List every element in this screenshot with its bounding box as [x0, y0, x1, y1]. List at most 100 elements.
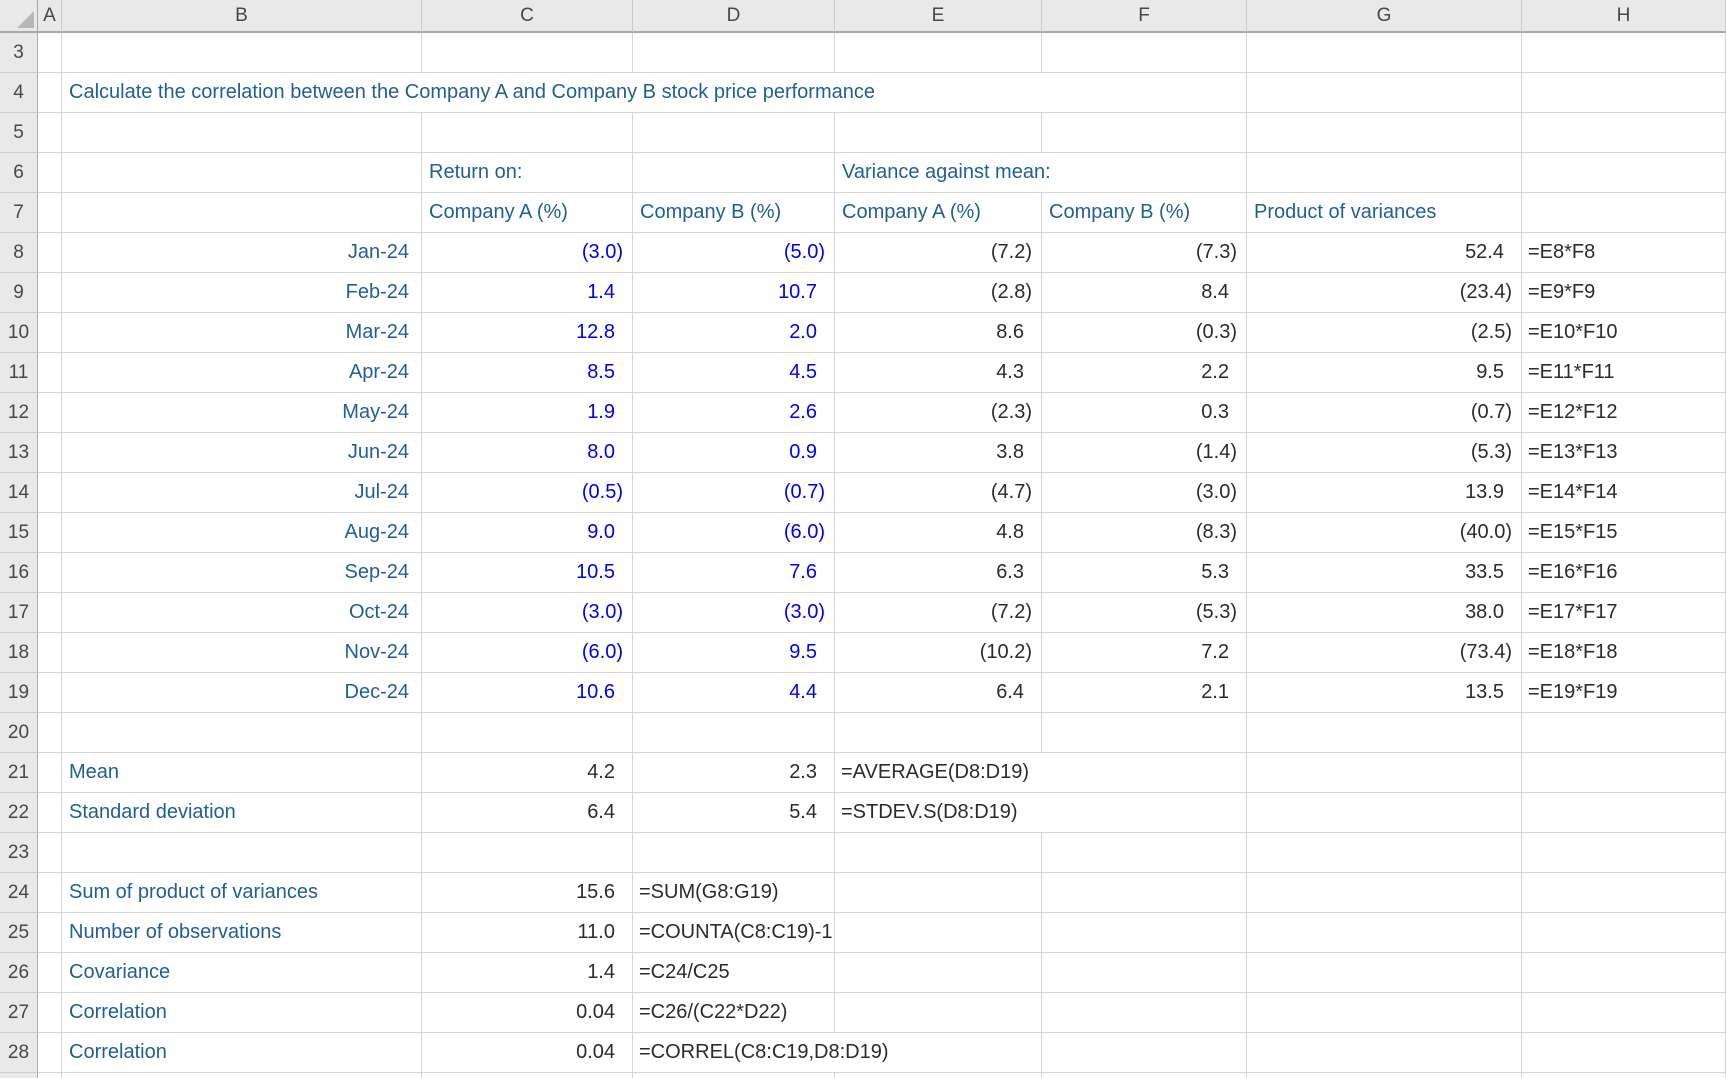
- cell-C13[interactable]: 8.0: [422, 433, 633, 473]
- column-header-C[interactable]: C: [422, 0, 633, 33]
- cell-H18[interactable]: =E18*F18: [1522, 633, 1726, 673]
- cell-H8[interactable]: =E8*F8: [1522, 233, 1726, 273]
- cell-B16[interactable]: Sep-24: [62, 553, 422, 593]
- cell-B4[interactable]: Calculate the correlation between the Co…: [62, 73, 1247, 113]
- cell-A24[interactable]: [38, 873, 62, 913]
- cell-D15[interactable]: (6.0): [633, 513, 835, 553]
- cell-A4[interactable]: [38, 73, 62, 113]
- column-header-F[interactable]: F: [1042, 0, 1247, 33]
- cell-D29[interactable]: [633, 1073, 835, 1078]
- row-header-9[interactable]: 9: [0, 273, 38, 313]
- cell-G13[interactable]: (5.3): [1247, 433, 1522, 473]
- cell-A6[interactable]: [38, 153, 62, 193]
- cell-G5[interactable]: [1247, 113, 1522, 153]
- cell-D7[interactable]: Company B (%): [633, 193, 835, 233]
- column-header-B[interactable]: B: [62, 0, 422, 33]
- cell-F26[interactable]: [1042, 953, 1247, 993]
- cell-F15[interactable]: (8.3): [1042, 513, 1247, 553]
- cell-H9[interactable]: =E9*F9: [1522, 273, 1726, 313]
- row-header-3[interactable]: 3: [0, 33, 38, 73]
- cell-D28[interactable]: =CORREL(C8:C19,D8:D19): [633, 1033, 1042, 1073]
- cell-E16[interactable]: 6.3: [835, 553, 1042, 593]
- cell-D23[interactable]: [633, 833, 835, 873]
- cell-F29[interactable]: [1042, 1073, 1247, 1078]
- cell-H10[interactable]: =E10*F10: [1522, 313, 1726, 353]
- cell-B22[interactable]: Standard deviation: [62, 793, 422, 833]
- cell-B26[interactable]: Covariance: [62, 953, 422, 993]
- cell-A19[interactable]: [38, 673, 62, 713]
- cell-C10[interactable]: 12.8: [422, 313, 633, 353]
- cell-E7[interactable]: Company A (%): [835, 193, 1042, 233]
- cell-E22[interactable]: =STDEV.S(D8:D19): [835, 793, 1247, 833]
- cell-E23[interactable]: [835, 833, 1042, 873]
- cell-C26[interactable]: 1.4: [422, 953, 633, 993]
- cell-D24[interactable]: =SUM(G8:G19): [633, 873, 835, 913]
- row-header-18[interactable]: 18: [0, 633, 38, 673]
- cell-A26[interactable]: [38, 953, 62, 993]
- cell-H11[interactable]: =E11*F11: [1522, 353, 1726, 393]
- cell-B14[interactable]: Jul-24: [62, 473, 422, 513]
- cell-E12[interactable]: (2.3): [835, 393, 1042, 433]
- row-header-4[interactable]: 4: [0, 73, 38, 113]
- cell-B8[interactable]: Jan-24: [62, 233, 422, 273]
- cell-D22[interactable]: 5.4: [633, 793, 835, 833]
- cell-E3[interactable]: [835, 33, 1042, 73]
- column-header-E[interactable]: E: [835, 0, 1042, 33]
- cell-F11[interactable]: 2.2: [1042, 353, 1247, 393]
- cell-F18[interactable]: 7.2: [1042, 633, 1247, 673]
- cell-H12[interactable]: =E12*F12: [1522, 393, 1726, 433]
- cell-F12[interactable]: 0.3: [1042, 393, 1247, 433]
- cell-D14[interactable]: (0.7): [633, 473, 835, 513]
- select-all-corner[interactable]: [0, 0, 38, 33]
- row-header-27[interactable]: 27: [0, 993, 38, 1033]
- cell-A8[interactable]: [38, 233, 62, 273]
- cell-F5[interactable]: [1042, 113, 1247, 153]
- cell-G11[interactable]: 9.5: [1247, 353, 1522, 393]
- cell-A7[interactable]: [38, 193, 62, 233]
- cell-H25[interactable]: [1522, 913, 1726, 953]
- cell-F20[interactable]: [1042, 713, 1247, 753]
- cell-C14[interactable]: (0.5): [422, 473, 633, 513]
- cell-E14[interactable]: (4.7): [835, 473, 1042, 513]
- cell-B27[interactable]: Correlation: [62, 993, 422, 1033]
- cell-E15[interactable]: 4.8: [835, 513, 1042, 553]
- row-header-13[interactable]: 13: [0, 433, 38, 473]
- cell-C28[interactable]: 0.04: [422, 1033, 633, 1073]
- row-header-12[interactable]: 12: [0, 393, 38, 433]
- cell-E24[interactable]: [835, 873, 1042, 913]
- cell-G6[interactable]: [1247, 153, 1522, 193]
- cell-G21[interactable]: [1247, 753, 1522, 793]
- cell-G29[interactable]: [1247, 1073, 1522, 1078]
- cell-C3[interactable]: [422, 33, 633, 73]
- row-header-23[interactable]: 23: [0, 833, 38, 873]
- cell-C9[interactable]: 1.4: [422, 273, 633, 313]
- cell-A21[interactable]: [38, 753, 62, 793]
- cell-F9[interactable]: 8.4: [1042, 273, 1247, 313]
- cell-G10[interactable]: (2.5): [1247, 313, 1522, 353]
- cell-A3[interactable]: [38, 33, 62, 73]
- cell-D18[interactable]: 9.5: [633, 633, 835, 673]
- column-header-A[interactable]: A: [38, 0, 62, 33]
- cell-B29[interactable]: [62, 1073, 422, 1078]
- cell-G8[interactable]: 52.4: [1247, 233, 1522, 273]
- cell-H22[interactable]: [1522, 793, 1726, 833]
- cell-A15[interactable]: [38, 513, 62, 553]
- cell-H27[interactable]: [1522, 993, 1726, 1033]
- cell-B10[interactable]: Mar-24: [62, 313, 422, 353]
- cell-G26[interactable]: [1247, 953, 1522, 993]
- cell-H20[interactable]: [1522, 713, 1726, 753]
- cell-G24[interactable]: [1247, 873, 1522, 913]
- cell-H7[interactable]: [1522, 193, 1726, 233]
- cell-G28[interactable]: [1247, 1033, 1522, 1073]
- cell-A23[interactable]: [38, 833, 62, 873]
- cell-B23[interactable]: [62, 833, 422, 873]
- cell-F23[interactable]: [1042, 833, 1247, 873]
- cell-A11[interactable]: [38, 353, 62, 393]
- cell-A25[interactable]: [38, 913, 62, 953]
- row-header-28[interactable]: 28: [0, 1033, 38, 1073]
- cell-H23[interactable]: [1522, 833, 1726, 873]
- cell-G27[interactable]: [1247, 993, 1522, 1033]
- cell-B25[interactable]: Number of observations: [62, 913, 422, 953]
- row-header-10[interactable]: 10: [0, 313, 38, 353]
- cell-D9[interactable]: 10.7: [633, 273, 835, 313]
